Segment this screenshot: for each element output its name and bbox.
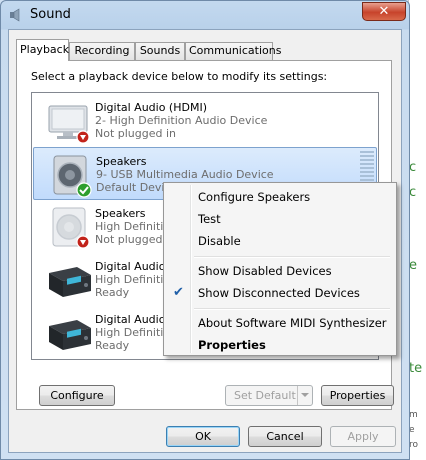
menu-item-label: Properties (198, 338, 266, 352)
device-status: Not plugged in (95, 127, 177, 140)
receiver-icon (49, 267, 91, 297)
menu-item-label: Configure Speakers (198, 190, 311, 204)
device-status: Ready (95, 339, 130, 352)
background-text: te (409, 361, 423, 376)
menu-item-test[interactable]: Test (166, 208, 394, 230)
tab-sounds[interactable]: Sounds (135, 42, 185, 60)
menu-item-label: Disable (198, 234, 241, 248)
window-title: Sound (30, 7, 71, 22)
monitor-icon (48, 105, 90, 144)
device-status: Ready (95, 286, 130, 299)
menu-item-about-midi[interactable]: About Software MIDI Synthesizer (166, 312, 394, 334)
device-description: 9- USB Multimedia Audio Device (96, 168, 274, 181)
background-text: c (409, 185, 417, 200)
device-name: Digital Audio (95, 260, 166, 273)
device-name: Speakers (96, 155, 147, 168)
set-default-button[interactable]: Set Default (225, 385, 313, 406)
background-text: c (409, 160, 417, 175)
tab-recording[interactable]: Recording (69, 42, 135, 60)
menu-item-label: About Software MIDI Synthesizer (198, 316, 387, 330)
speaker-icon (10, 8, 20, 22)
properties-button[interactable]: Properties (321, 385, 394, 406)
menu-separator (194, 308, 390, 310)
device-name: Digital Audio (95, 313, 166, 326)
check-icon: ✔ (173, 285, 184, 300)
background-text: ro (409, 440, 419, 450)
speaker-icon (52, 207, 90, 249)
menu-item-label: Show Disabled Devices (198, 264, 332, 278)
device-item[interactable]: Digital Audio (HDMI) 2- High Definition … (33, 94, 377, 147)
menu-item-show-disconnected[interactable]: ✔ Show Disconnected Devices (166, 282, 394, 304)
device-name: Speakers (95, 207, 146, 220)
set-default-label: Set Default (234, 389, 296, 402)
title-bar[interactable]: Sound ✕ (1, 1, 409, 29)
close-button[interactable]: ✕ (362, 2, 406, 21)
cancel-button[interactable]: Cancel (248, 426, 322, 447)
device-name: Digital Audio (HDMI) (95, 101, 207, 114)
tab-communications[interactable]: Communications (185, 42, 281, 60)
apply-button[interactable]: Apply (330, 426, 396, 447)
chevron-down-icon[interactable] (297, 386, 312, 405)
menu-item-configure-speakers[interactable]: Configure Speakers (166, 186, 394, 208)
context-menu: Configure Speakers Test Disable Show Dis… (163, 182, 397, 356)
menu-separator (194, 256, 390, 258)
speaker-icon (53, 155, 92, 198)
background-window: c c e te m e ro (408, 0, 426, 460)
configure-button[interactable]: Configure (39, 385, 115, 406)
device-description: 2- High Definition Audio Device (95, 114, 268, 127)
tab-playback[interactable]: Playback (16, 39, 69, 61)
menu-item-label: Show Disconnected Devices (198, 286, 360, 300)
receiver-icon (49, 320, 91, 350)
background-text: m (409, 410, 418, 420)
menu-item-label: Test (198, 212, 221, 226)
close-icon: ✕ (378, 4, 390, 19)
menu-item-properties[interactable]: Properties (166, 334, 394, 356)
background-text: e (409, 258, 417, 273)
menu-item-disable[interactable]: Disable (166, 230, 394, 252)
instruction-text: Select a playback device below to modify… (31, 70, 328, 83)
ok-button[interactable]: OK (166, 426, 240, 447)
menu-item-show-disabled[interactable]: Show Disabled Devices (166, 260, 394, 282)
